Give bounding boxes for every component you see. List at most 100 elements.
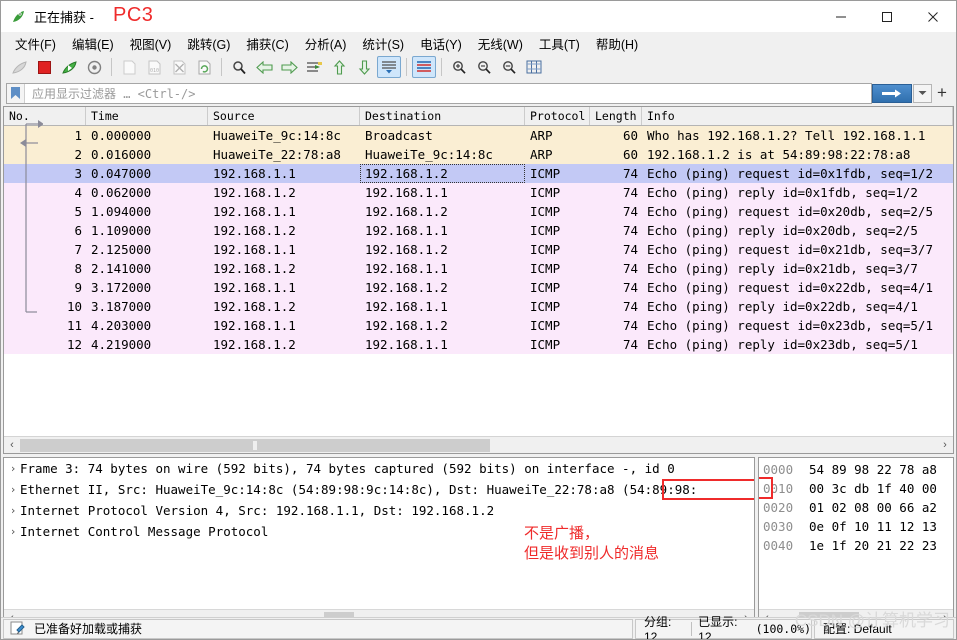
packet-destination: 192.168.1.1 xyxy=(365,261,448,276)
menu-help[interactable]: 帮助(H) xyxy=(588,32,646,55)
packet-length: 74 xyxy=(622,318,638,333)
packet-no: 7 xyxy=(74,242,82,257)
profile-area[interactable]: 配置: Default xyxy=(814,618,954,639)
menu-wireless[interactable]: 无线(W) xyxy=(470,32,531,55)
table-row[interactable]: 1 0.000000 HuaweiTe_9c:14:8c Broadcast ARP 60… xyxy=(4,126,953,145)
packet-no: 4 xyxy=(74,185,82,200)
go-to-packet-icon[interactable] xyxy=(302,56,326,78)
table-row[interactable]: 5 1.094000 192.168.1.1 192.168.1.2 ICMP 74 Ech… xyxy=(4,202,953,221)
table-row[interactable]: 6 1.109000 192.168.1.2 192.168.1.1 ICMP 74 Ech… xyxy=(4,221,953,240)
detail-tree-item[interactable]: › Frame 3: 74 bytes on wire (592 bits), 7… xyxy=(4,458,754,479)
reload-file-icon[interactable] xyxy=(192,56,216,78)
table-row[interactable]: 10 3.187000 192.168.1.2 192.168.1.1 ICMP 74 Ec… xyxy=(4,297,953,316)
hscroll-thumb[interactable] xyxy=(20,438,490,452)
byte-row[interactable]: 0040 1e 1f 20 21 22 23 xyxy=(759,536,953,555)
packet-list-header: No. Time Source Destination Protocol Len… xyxy=(4,107,953,126)
go-back-icon[interactable] xyxy=(252,56,276,78)
byte-row[interactable]: 0000 54 89 98 22 78 a8 xyxy=(759,460,953,479)
menu-telephony[interactable]: 电话(Y) xyxy=(412,32,470,55)
zoom-out-icon[interactable] xyxy=(472,56,496,78)
menu-file[interactable]: 文件(F) xyxy=(7,32,64,55)
find-packet-icon[interactable] xyxy=(227,56,251,78)
column-header-time[interactable]: Time xyxy=(86,107,208,125)
table-row[interactable]: 11 4.203000 192.168.1.1 192.168.1.2 ICMP 74 Ec… xyxy=(4,316,953,335)
chevron-right-icon[interactable]: › xyxy=(6,479,20,500)
packet-protocol: ICMP xyxy=(530,318,561,333)
menu-tools[interactable]: 工具(T) xyxy=(531,32,588,55)
auto-scroll-icon[interactable] xyxy=(377,56,401,78)
packet-bytes-pane[interactable]: 0000 54 89 98 22 78 a8 0010 00 3c db 1f 40 … xyxy=(758,457,954,626)
packet-length: 74 xyxy=(622,223,638,238)
packet-details-pane[interactable]: › Frame 3: 74 bytes on wire (592 bits), 7… xyxy=(3,457,755,626)
table-row[interactable]: 2 0.016000 HuaweiTe_22:78:a8 HuaweiTe_9c:14… xyxy=(4,145,953,164)
close-button[interactable] xyxy=(910,1,956,32)
colorize-packets-icon[interactable] xyxy=(412,56,436,78)
menu-capture[interactable]: 捕获(C) xyxy=(238,32,296,55)
open-file-icon[interactable] xyxy=(117,56,141,78)
minimize-button[interactable] xyxy=(818,1,864,32)
column-header-protocol[interactable]: Protocol xyxy=(525,107,590,125)
packet-list-hscrollbar[interactable]: ‹ › xyxy=(4,436,953,453)
byte-row[interactable]: 0020 01 02 08 00 66 a2 xyxy=(759,498,953,517)
chevron-down-icon[interactable] xyxy=(913,83,932,103)
column-header-info[interactable]: Info xyxy=(642,107,953,125)
close-file-icon[interactable] xyxy=(167,56,191,78)
stop-capture-icon[interactable] xyxy=(32,56,56,78)
go-first-packet-icon[interactable] xyxy=(327,56,351,78)
scroll-right-icon[interactable]: › xyxy=(937,437,953,453)
detail-tree-item[interactable]: › Internet Protocol Version 4, Src: 192.1… xyxy=(4,500,754,521)
go-last-packet-icon[interactable] xyxy=(352,56,376,78)
save-file-icon[interactable]: 010 xyxy=(142,56,166,78)
table-row[interactable]: 12 4.219000 192.168.1.2 192.168.1.1 ICMP 74 Ec… xyxy=(4,335,953,354)
packet-destination: 192.168.1.2 xyxy=(365,318,448,333)
column-header-source[interactable]: Source xyxy=(208,107,360,125)
packet-source: HuaweiTe_22:78:a8 xyxy=(213,147,341,162)
start-capture-icon[interactable] xyxy=(7,56,31,78)
window-controls xyxy=(818,1,956,32)
apply-filter-arrow-icon[interactable] xyxy=(872,83,912,103)
scroll-left-icon[interactable]: ‹ xyxy=(4,437,20,453)
packet-protocol: ICMP xyxy=(530,204,561,219)
display-filter-input[interactable]: 应用显示过滤器 … <Ctrl-/> xyxy=(6,82,872,104)
capture-file-properties-icon[interactable] xyxy=(10,621,28,636)
restart-capture-icon[interactable] xyxy=(57,56,81,78)
table-row[interactable]: 4 0.062000 192.168.1.2 192.168.1.1 ICMP 74 Ech… xyxy=(4,183,953,202)
annotation-note-line1: 不是广播， xyxy=(524,525,600,542)
packet-list-body[interactable]: 1 0.000000 HuaweiTe_9c:14:8c Broadcast ARP 60… xyxy=(4,126,953,438)
table-row[interactable]: 7 2.125000 192.168.1.1 192.168.1.2 ICMP 74 Ech… xyxy=(4,240,953,259)
menu-edit[interactable]: 编辑(E) xyxy=(64,32,122,55)
hscroll-track[interactable] xyxy=(20,438,937,453)
menu-analyze[interactable]: 分析(A) xyxy=(297,32,355,55)
menu-statistics[interactable]: 统计(S) xyxy=(354,32,412,55)
table-row[interactable]: 8 2.141000 192.168.1.2 192.168.1.1 ICMP 74 Ech… xyxy=(4,259,953,278)
byte-row[interactable]: 0030 0e 0f 10 11 12 13 xyxy=(759,517,953,536)
maximize-button[interactable] xyxy=(864,1,910,32)
packet-bytes-list[interactable]: 0000 54 89 98 22 78 a8 0010 00 3c db 1f 40 … xyxy=(759,458,953,555)
go-forward-icon[interactable] xyxy=(277,56,301,78)
byte-offset: 0040 xyxy=(763,538,794,553)
chevron-right-icon[interactable]: › xyxy=(6,521,20,542)
packet-length: 60 xyxy=(622,147,638,162)
packet-no: 2 xyxy=(74,147,82,162)
byte-row[interactable]: 0010 00 3c db 1f 40 00 xyxy=(759,479,953,498)
detail-tree-item[interactable]: › Ethernet II, Src: HuaweiTe_9c:14:8c (54… xyxy=(4,479,754,500)
packet-length: 74 xyxy=(622,166,638,181)
column-header-length[interactable]: Length xyxy=(590,107,642,125)
zoom-reset-icon[interactable] xyxy=(497,56,521,78)
capture-options-icon[interactable] xyxy=(82,56,106,78)
zoom-in-icon[interactable] xyxy=(447,56,471,78)
resize-columns-icon[interactable] xyxy=(522,56,546,78)
add-filter-button[interactable]: + xyxy=(932,83,952,104)
status-message-area[interactable]: 已准备好加载或捕获 xyxy=(3,618,633,639)
chevron-right-icon[interactable]: › xyxy=(6,458,20,479)
packet-time: 3.172000 xyxy=(91,280,152,295)
column-header-no[interactable]: No. xyxy=(4,107,86,125)
bookmark-icon[interactable] xyxy=(7,83,25,103)
packet-list-pane[interactable]: No. Time Source Destination Protocol Len… xyxy=(3,106,954,454)
table-row[interactable]: 9 3.172000 192.168.1.1 192.168.1.2 ICMP 74 Ech… xyxy=(4,278,953,297)
table-row[interactable]: 3 0.047000 192.168.1.1 192.168.1.2 ICMP 74 Ech… xyxy=(4,164,953,183)
chevron-right-icon[interactable]: › xyxy=(6,500,20,521)
menu-view[interactable]: 视图(V) xyxy=(122,32,180,55)
menu-go[interactable]: 跳转(G) xyxy=(179,32,238,55)
column-header-destination[interactable]: Destination xyxy=(360,107,525,125)
